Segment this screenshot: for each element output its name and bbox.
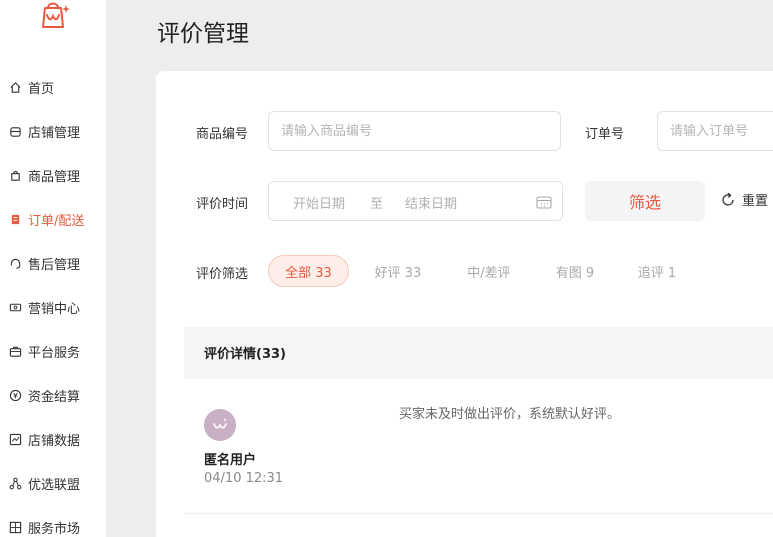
refresh-icon	[722, 192, 734, 206]
sidebar-item-label: 资金结算	[28, 389, 81, 405]
ticket-icon	[8, 300, 22, 314]
reset-label: 重置	[742, 194, 769, 209]
chip-with-images[interactable]: 有图 9	[544, 255, 606, 287]
grid-icon	[8, 520, 22, 534]
sidebar-item-label: 首页	[28, 81, 55, 97]
date-range-picker[interactable]: 开始日期 至 结束日期	[268, 181, 563, 221]
sidebar-item-label: 营销中心	[28, 301, 81, 317]
chip-neutral-negative[interactable]: 中/差评	[454, 255, 524, 287]
sidebar-item-settlement[interactable]: 资金结算	[8, 385, 80, 405]
review-content: 买家未及时做出评价，系统默认好评。	[399, 407, 621, 422]
sidebar-item-label: 平台服务	[28, 345, 81, 361]
sidebar-item-marketing[interactable]: 营销中心	[8, 297, 80, 317]
chip-all[interactable]: 全部 33	[268, 255, 349, 287]
sidebar-item-label: 商品管理	[28, 169, 81, 185]
chart-icon	[8, 432, 22, 446]
page-title: 评价管理	[157, 21, 249, 47]
sidebar-item-platform[interactable]: 平台服务	[8, 341, 80, 361]
order-id-input[interactable]	[658, 112, 773, 150]
product-id-label: 商品编号	[196, 127, 249, 142]
home-icon	[8, 80, 22, 94]
bag-icon	[8, 168, 22, 182]
chip-positive[interactable]: 好评 33	[362, 255, 434, 287]
order-id-label: 订单号	[585, 127, 625, 142]
user-avatar-icon	[213, 418, 227, 429]
sidebar-item-label: 售后管理	[28, 257, 81, 273]
sidebar-item-market[interactable]: 服务市场	[8, 517, 80, 537]
end-date-input[interactable]: 结束日期	[405, 193, 457, 212]
sidebar-item-store[interactable]: 店铺管理	[8, 121, 80, 141]
network-icon	[8, 476, 22, 490]
chip-follow-up[interactable]: 追评 1	[626, 255, 688, 287]
review-time: 04/10 12:31	[204, 471, 284, 486]
shop-logo-icon[interactable]	[36, 0, 72, 34]
sidebar-item-label: 订单/配送	[28, 213, 85, 229]
sidebar-item-alliance[interactable]: 优选联盟	[8, 473, 80, 493]
sidebar-item-aftersales[interactable]: 售后管理	[8, 253, 80, 273]
order-id-field[interactable]	[657, 111, 773, 151]
reset-button[interactable]: 重置	[720, 190, 768, 209]
sidebar-item-label: 店铺管理	[28, 125, 81, 141]
product-id-input[interactable]	[269, 112, 560, 150]
sidebar-item-orders[interactable]: 订单/配送	[8, 209, 84, 229]
start-date-input[interactable]: 开始日期	[293, 193, 345, 212]
order-icon	[8, 212, 22, 226]
sidebar-item-label: 店铺数据	[28, 433, 81, 449]
store-icon	[8, 124, 22, 138]
sidebar-item-data[interactable]: 店铺数据	[8, 429, 80, 449]
product-id-field[interactable]	[268, 111, 561, 151]
sidebar-item-label: 服务市场	[28, 521, 81, 537]
sidebar-item-products[interactable]: 商品管理	[8, 165, 80, 185]
briefcase-icon	[8, 344, 22, 358]
review-time-label: 评价时间	[196, 197, 249, 212]
coin-icon	[8, 388, 22, 402]
date-separator: 至	[370, 197, 384, 212]
sidebar-item-home[interactable]: 首页	[8, 77, 54, 97]
review-detail-title: 评价详情(33)	[204, 347, 286, 362]
headset-icon	[8, 256, 22, 270]
sidebar-item-label: 优选联盟	[28, 477, 81, 493]
reviewer-name: 匿名用户	[204, 453, 257, 468]
rating-filter-label: 评价筛选	[196, 267, 249, 282]
avatar	[204, 409, 236, 441]
filter-button[interactable]: 筛选	[585, 181, 705, 221]
sidebar: 首页 店铺管理 商品管理 订单/配送 售后管理 营销中心 平台服务 资金结算 店…	[0, 0, 106, 537]
row-divider	[184, 513, 773, 514]
calendar-icon	[536, 194, 552, 209]
